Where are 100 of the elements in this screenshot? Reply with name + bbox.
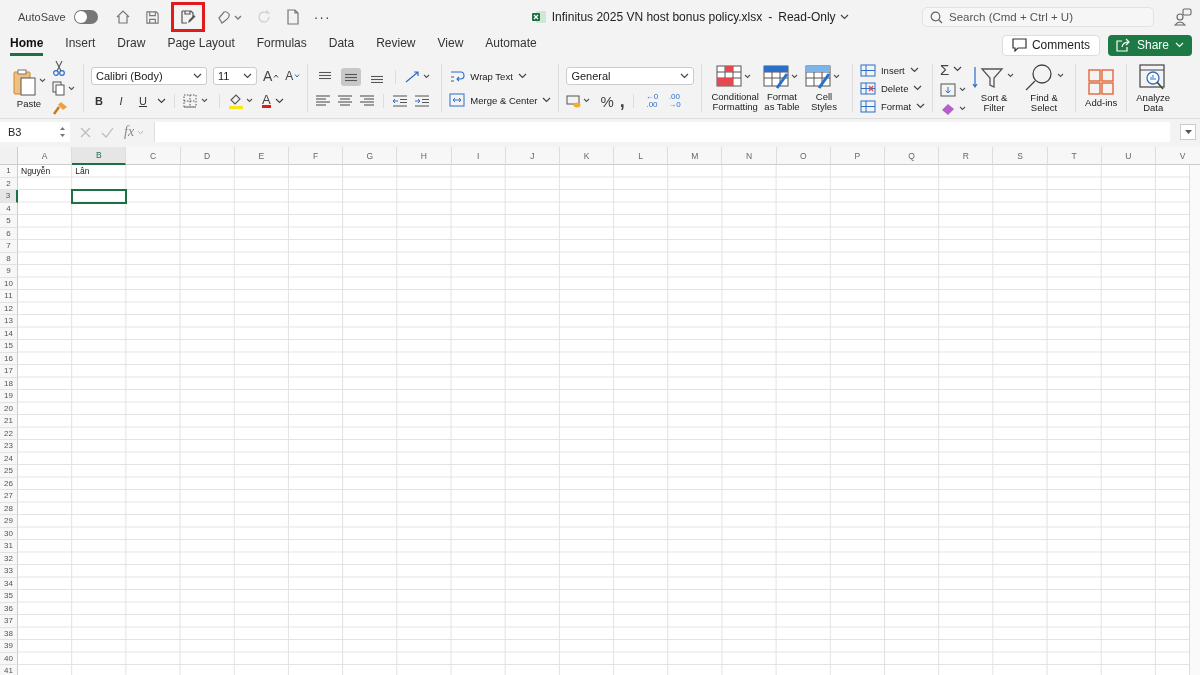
align-right-icon[interactable] xyxy=(359,95,376,107)
share-button[interactable]: Share xyxy=(1107,34,1192,56)
find-select-button[interactable]: Find & Select xyxy=(1020,62,1069,114)
font-color-button[interactable]: A xyxy=(262,94,284,108)
column-header[interactable]: H xyxy=(397,147,452,165)
format-as-table-button[interactable]: Format as Table xyxy=(760,63,803,113)
column-header[interactable]: B xyxy=(72,147,127,165)
row-header[interactable]: 31 xyxy=(0,540,18,553)
row-header[interactable]: 7 xyxy=(0,240,18,253)
column-header[interactable]: T xyxy=(1047,147,1102,165)
row-header[interactable]: 5 xyxy=(0,215,18,228)
column-header[interactable]: M xyxy=(668,147,723,165)
column-header[interactable]: F xyxy=(288,147,344,165)
column-header[interactable]: Q xyxy=(885,147,940,165)
font-size-dropdown[interactable]: 11 xyxy=(213,67,257,85)
row-header[interactable]: 33 xyxy=(0,565,18,578)
conditional-formatting-button[interactable]: Conditional Formatting xyxy=(709,63,761,113)
read-only-dropdown[interactable]: Read-Only xyxy=(778,10,849,24)
expand-formula-button[interactable] xyxy=(1180,124,1196,140)
italic-button[interactable]: I xyxy=(113,95,129,107)
column-header[interactable]: D xyxy=(180,147,235,165)
row-header[interactable]: 25 xyxy=(0,465,18,478)
row-header[interactable]: 41 xyxy=(0,665,18,675)
row-header[interactable]: 21 xyxy=(0,415,18,428)
column-header[interactable]: I xyxy=(451,147,506,165)
underline-button[interactable]: U xyxy=(135,95,151,107)
merge-center-button[interactable]: Merge & Center xyxy=(449,93,552,107)
row-header[interactable]: 37 xyxy=(0,615,18,628)
row-header[interactable]: 17 xyxy=(0,365,18,378)
ribbon-tab[interactable]: Home xyxy=(10,34,44,56)
row-header[interactable]: 3 xyxy=(0,190,18,203)
ribbon-tab[interactable]: Page Layout xyxy=(167,34,235,56)
row-header[interactable]: 9 xyxy=(0,265,18,278)
ribbon-tab[interactable]: Insert xyxy=(65,34,96,56)
name-box[interactable]: B3 xyxy=(0,122,70,142)
vertical-align-button[interactable] xyxy=(341,68,362,86)
bold-button[interactable]: B xyxy=(91,95,107,107)
column-header[interactable]: P xyxy=(830,147,885,165)
paintbrush-icon[interactable] xyxy=(52,101,68,116)
format-cells-button[interactable]: Format xyxy=(859,99,926,113)
column-header[interactable]: G xyxy=(343,147,398,165)
column-header[interactable]: N xyxy=(722,147,777,165)
sort-filter-button[interactable]: Sort & Filter xyxy=(970,62,1019,114)
column-header[interactable]: J xyxy=(505,147,560,165)
more-button[interactable]: ··· xyxy=(310,5,334,29)
paste-button[interactable]: Paste xyxy=(10,67,48,109)
row-header[interactable]: 13 xyxy=(0,315,18,328)
number-format-dropdown[interactable]: General xyxy=(566,66,695,85)
wrap-text-button[interactable]: Wrap Text xyxy=(449,69,527,83)
formula-input[interactable] xyxy=(154,122,1170,142)
people-icon[interactable] xyxy=(1174,8,1192,26)
ribbon-tab[interactable]: Draw xyxy=(117,34,146,56)
ribbon-tab[interactable]: Formulas xyxy=(256,34,307,56)
search-field[interactable]: Search (Cmd + Ctrl + U) xyxy=(922,7,1154,27)
column-header[interactable]: O xyxy=(776,147,831,165)
scissors-icon[interactable] xyxy=(52,60,66,76)
comments-button[interactable]: Comments xyxy=(1001,34,1100,56)
decrease-decimal-button[interactable]: .00 →0 xyxy=(668,93,681,109)
ribbon-tab[interactable]: Automate xyxy=(485,34,537,56)
analyze-data-button[interactable]: Analyze Data xyxy=(1134,62,1173,114)
row-header[interactable]: 27 xyxy=(0,490,18,503)
row-header[interactable]: 15 xyxy=(0,340,18,353)
autosum-button[interactable]: Σ xyxy=(940,60,963,78)
row-header[interactable]: 29 xyxy=(0,515,18,528)
save-edit-button[interactable] xyxy=(170,2,205,32)
vertical-scrollbar[interactable] xyxy=(1189,165,1200,675)
column-header[interactable]: K xyxy=(559,147,615,165)
grow-font-button[interactable]: A xyxy=(263,68,280,84)
add-ins-button[interactable]: Add-ins xyxy=(1083,67,1120,109)
font-name-dropdown[interactable]: Calibri (Body) xyxy=(91,67,207,85)
delete-cells-button[interactable]: Delete xyxy=(859,81,923,95)
column-header[interactable]: V xyxy=(1155,147,1200,165)
column-header[interactable]: C xyxy=(126,147,181,165)
copy-icon[interactable] xyxy=(52,81,76,96)
shrink-font-button[interactable]: A xyxy=(285,69,301,83)
align-left-icon[interactable] xyxy=(315,95,332,107)
align-center-icon[interactable] xyxy=(337,95,354,107)
row-header[interactable]: 35 xyxy=(0,590,18,603)
column-header[interactable]: L xyxy=(614,147,669,165)
row-header[interactable]: 19 xyxy=(0,390,18,403)
row-header[interactable]: 23 xyxy=(0,440,18,453)
column-header[interactable]: R xyxy=(939,147,994,165)
check-icon[interactable] xyxy=(101,126,114,138)
increase-decimal-button[interactable]: ←0 .00 xyxy=(645,93,659,109)
autosave-toggle[interactable] xyxy=(73,10,98,24)
cell-styles-button[interactable]: Cell Styles xyxy=(802,63,845,113)
row-header[interactable]: 1 xyxy=(0,165,18,178)
column-header[interactable]: E xyxy=(234,147,289,165)
decrease-indent-icon[interactable] xyxy=(392,95,409,107)
column-header[interactable]: S xyxy=(993,147,1048,165)
ribbon-tab[interactable]: Data xyxy=(328,34,355,56)
increase-indent-icon[interactable] xyxy=(414,95,431,107)
row-header[interactable]: 39 xyxy=(0,640,18,653)
insert-cells-button[interactable]: Insert xyxy=(859,63,919,77)
row-header[interactable]: 11 xyxy=(0,290,18,303)
column-header[interactable]: U xyxy=(1101,147,1156,165)
ribbon-tab[interactable]: View xyxy=(437,34,464,56)
column-header[interactable]: A xyxy=(18,147,73,165)
ribbon-tab[interactable]: Review xyxy=(376,34,416,56)
percent-button[interactable]: % xyxy=(600,92,614,110)
